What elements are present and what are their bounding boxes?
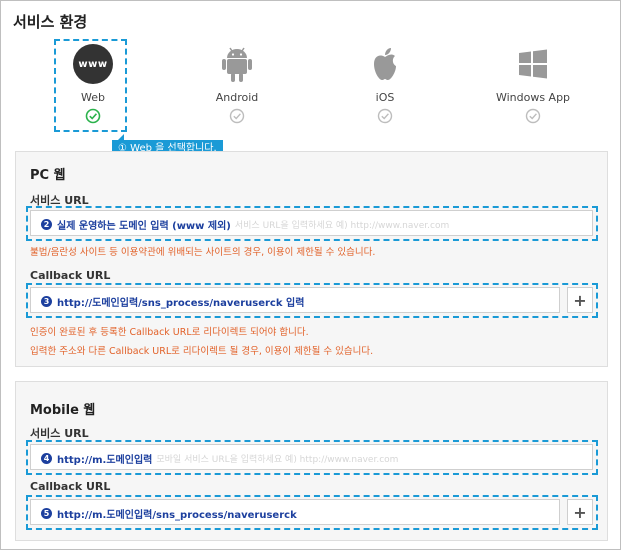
env-label-android: Android (215, 91, 259, 104)
check-unselected-icon (377, 108, 393, 128)
pc-callback-url-label: Callback URL (30, 269, 111, 282)
windows-icon (478, 43, 588, 85)
check-unselected-icon (229, 108, 245, 128)
section-title: 서비스 환경 (13, 13, 88, 31)
env-option-android[interactable]: Android (182, 43, 292, 128)
pc-web-title: PC 웹 (30, 168, 66, 183)
env-label-ios: iOS (375, 91, 395, 104)
android-icon (182, 43, 292, 85)
mobile-web-panel: Mobile 웹 서비스 URL 4 http://m.도메인입력 모바일 서비… (15, 381, 608, 541)
pc-web-panel: PC 웹 서비스 URL 2 실제 운영하는 도메인 입력 (www 제외) 서… (15, 151, 608, 367)
mobile-callback-url-highlight (26, 495, 598, 530)
pc-service-url-warning: 불법/음란성 사이트 등 이용약관에 위배되는 사이트의 경우, 이용이 제한될… (30, 247, 376, 258)
web-highlight-box (54, 39, 127, 132)
mobile-service-url-highlight (26, 440, 598, 475)
env-option-ios[interactable]: iOS (330, 43, 440, 128)
pc-callback-warning-2: 입력한 주소와 다른 Callback URL로 리다이렉트 될 경우, 이용이… (30, 346, 374, 357)
check-unselected-icon (525, 108, 541, 128)
pc-service-url-highlight (26, 206, 598, 241)
env-option-windows-app[interactable]: Windows App (478, 43, 588, 128)
pc-callback-warning-1: 인증이 완료된 후 등록한 Callback URL로 리다이렉트 되어야 합니… (30, 327, 309, 338)
mobile-service-url-label: 서비스 URL (30, 427, 89, 440)
apple-icon (330, 43, 440, 85)
mobile-web-title: Mobile 웹 (30, 403, 96, 418)
mobile-callback-url-label: Callback URL (30, 480, 111, 493)
env-label-windows-app: Windows App (495, 91, 571, 104)
pc-callback-url-highlight (26, 283, 598, 318)
service-environment-panel: 서비스 환경 www Web ① Web 을 선택합니다. Android iO… (0, 0, 621, 550)
